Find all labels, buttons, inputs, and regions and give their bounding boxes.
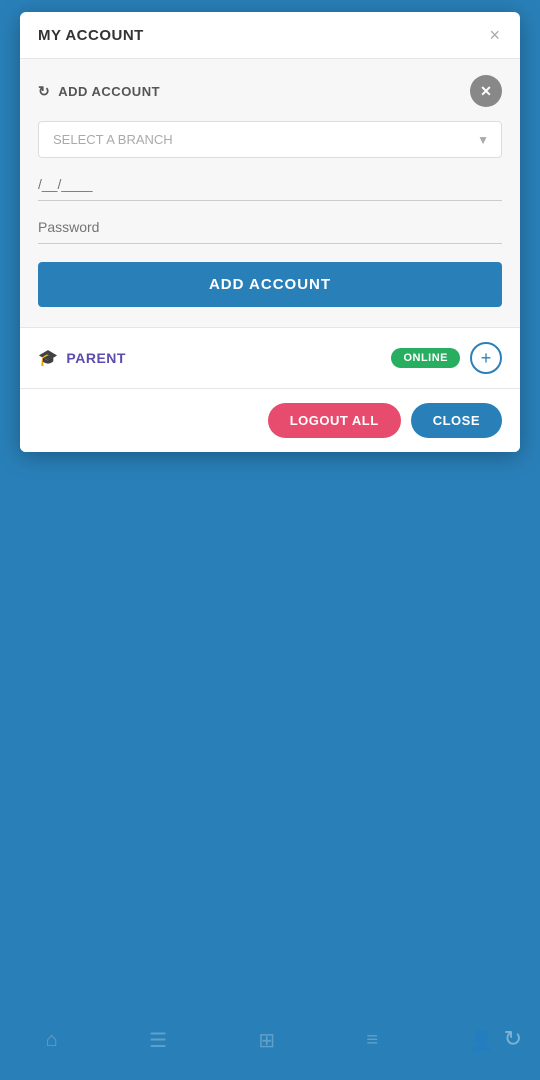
modal-overlay: MY ACCOUNT × ↻ ADD ACCOUNT ✕ SELECT A BR (0, 0, 540, 1080)
parent-label: 🎓 PARENT (38, 348, 126, 368)
password-input-group (38, 211, 502, 244)
close-button[interactable]: CLOSE (411, 403, 502, 438)
add-account-text: ADD ACCOUNT (58, 84, 160, 99)
my-account-modal: MY ACCOUNT × ↻ ADD ACCOUNT ✕ SELECT A BR (20, 12, 520, 452)
parent-text: PARENT (66, 350, 126, 366)
graduation-icon: 🎓 (38, 348, 58, 368)
modal-title: MY ACCOUNT (38, 27, 144, 44)
parent-section: 🎓 PARENT ONLINE + (20, 328, 520, 389)
add-account-header: ↻ ADD ACCOUNT ✕ (38, 75, 502, 107)
online-badge: ONLINE (391, 348, 460, 368)
parent-right: ONLINE + (391, 342, 502, 374)
branch-select-group: SELECT A BRANCH ▼ (38, 121, 502, 158)
modal-header: MY ACCOUNT × (20, 12, 520, 59)
modal-footer: LOGOUT ALL CLOSE (20, 389, 520, 452)
add-account-section: ↻ ADD ACCOUNT ✕ SELECT A BRANCH ▼ (20, 59, 520, 328)
modal-body: ↻ ADD ACCOUNT ✕ SELECT A BRANCH ▼ (20, 59, 520, 452)
nav-icon-list: ≡ (366, 1029, 378, 1052)
date-input[interactable] (38, 168, 502, 201)
nav-icon-home: ⌂ (46, 1029, 58, 1052)
branch-select-wrapper: SELECT A BRANCH ▼ (38, 121, 502, 158)
nav-icon-grid: ⊞ (258, 1028, 275, 1053)
add-parent-button[interactable]: + (470, 342, 502, 374)
date-input-group (38, 168, 502, 201)
nav-icon-menu: ☰ (149, 1028, 167, 1053)
refresh-icon: ↻ (38, 83, 50, 100)
modal-close-x-button[interactable]: × (487, 26, 502, 44)
bottom-nav-hint: ⌂ ☰ ⊞ ≡ 👤 (0, 1000, 540, 1080)
nav-icon-user: 👤 (469, 1028, 494, 1053)
close-circle-button[interactable]: ✕ (470, 75, 502, 107)
add-account-button[interactable]: ADD ACCOUNT (38, 262, 502, 307)
logout-all-button[interactable]: LOGOUT ALL (268, 403, 401, 438)
password-input[interactable] (38, 211, 502, 244)
add-account-label: ↻ ADD ACCOUNT (38, 83, 160, 100)
branch-select[interactable]: SELECT A BRANCH (39, 122, 501, 157)
